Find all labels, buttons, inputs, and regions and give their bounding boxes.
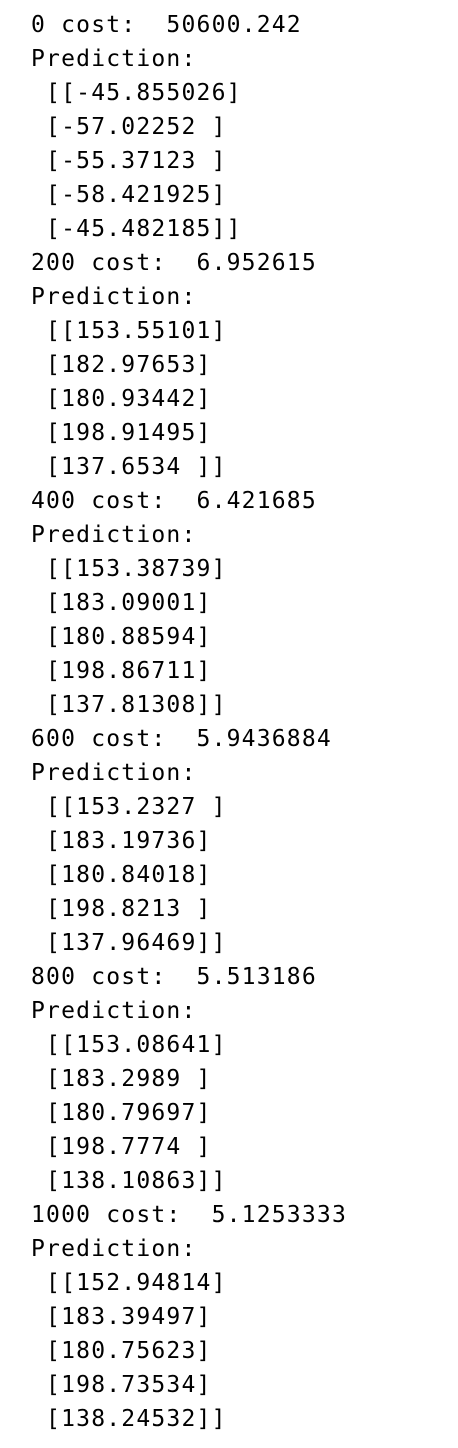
output-line: [138.24532]] xyxy=(31,1406,227,1432)
console-output: 0 cost: 50600.242 Prediction: [[-45.85502… xyxy=(31,8,347,1436)
output-line: [183.09001] xyxy=(31,590,212,616)
output-line: [183.19736] xyxy=(31,828,212,854)
output-line: [[-45.855026] xyxy=(31,80,242,106)
output-line: [-58.421925] xyxy=(31,182,227,208)
output-line: 800 cost: 5.513186 xyxy=(31,964,317,990)
output-line: [198.7774 ] xyxy=(31,1134,212,1160)
output-line: [198.86711] xyxy=(31,658,212,684)
output-line: [-45.482185]] xyxy=(31,216,242,242)
output-line: Prediction: xyxy=(31,46,197,72)
output-line: 0 cost: 50600.242 xyxy=(31,12,302,38)
output-line: Prediction: xyxy=(31,1236,197,1262)
output-line: [-55.37123 ] xyxy=(31,148,227,174)
output-line: [137.96469]] xyxy=(31,930,227,956)
output-line: [[153.08641] xyxy=(31,1032,227,1058)
output-line: Prediction: xyxy=(31,760,197,786)
output-line: [-57.02252 ] xyxy=(31,114,227,140)
output-line: 200 cost: 6.952615 xyxy=(31,250,317,276)
output-line: Prediction: xyxy=(31,284,197,310)
output-line: 1000 cost: 5.1253333 xyxy=(31,1202,347,1228)
output-line: [180.84018] xyxy=(31,862,212,888)
output-line: [180.93442] xyxy=(31,386,212,412)
output-line: Prediction: xyxy=(31,998,197,1024)
output-line: [138.10863]] xyxy=(31,1168,227,1194)
output-line: [[153.55101] xyxy=(31,318,227,344)
output-line: [182.97653] xyxy=(31,352,212,378)
output-line: [180.88594] xyxy=(31,624,212,650)
output-line: [183.2989 ] xyxy=(31,1066,212,1092)
output-line: [137.81308]] xyxy=(31,692,227,718)
output-line: 600 cost: 5.9436884 xyxy=(31,726,332,752)
output-line: [198.8213 ] xyxy=(31,896,212,922)
output-line: [180.75623] xyxy=(31,1338,212,1364)
output-line: [[153.2327 ] xyxy=(31,794,227,820)
output-line: [198.91495] xyxy=(31,420,212,446)
output-line: [[153.38739] xyxy=(31,556,227,582)
output-line: [137.6534 ]] xyxy=(31,454,227,480)
output-line: [180.79697] xyxy=(31,1100,212,1126)
output-line: 400 cost: 6.421685 xyxy=(31,488,317,514)
output-line: [[152.94814] xyxy=(31,1270,227,1296)
output-line: [183.39497] xyxy=(31,1304,212,1330)
output-line: [198.73534] xyxy=(31,1372,212,1398)
output-line: Prediction: xyxy=(31,522,197,548)
